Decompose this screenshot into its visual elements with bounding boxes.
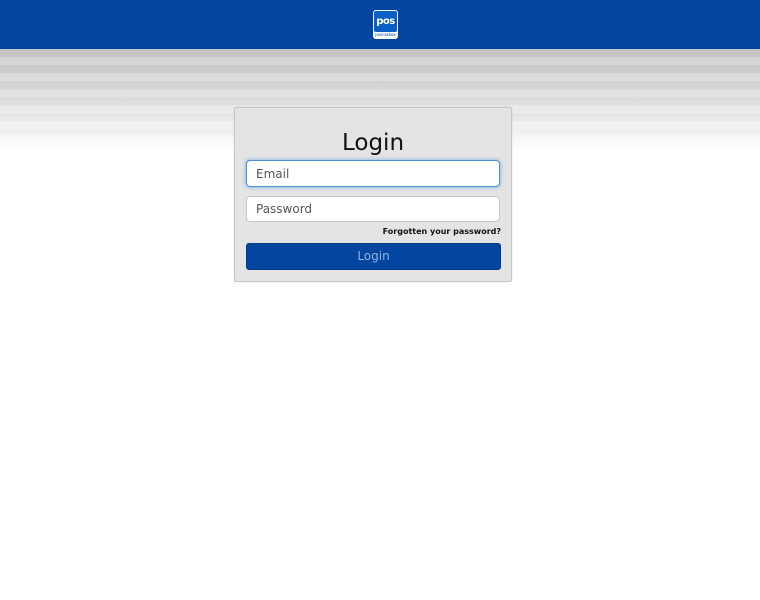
password-field[interactable] [246,196,500,222]
logo-subtext: posinabox [375,32,396,37]
login-panel: Login Forgotten your password? Login [234,107,512,282]
forgot-password-link[interactable]: Forgotten your password? [383,227,501,236]
login-title: Login [341,130,405,156]
top-header-bar: pos posinabox [0,0,760,49]
brand-logo[interactable]: pos posinabox [373,10,398,39]
logo-text: pos [374,11,397,32]
login-button[interactable]: Login [246,243,501,270]
email-field[interactable] [246,160,500,187]
